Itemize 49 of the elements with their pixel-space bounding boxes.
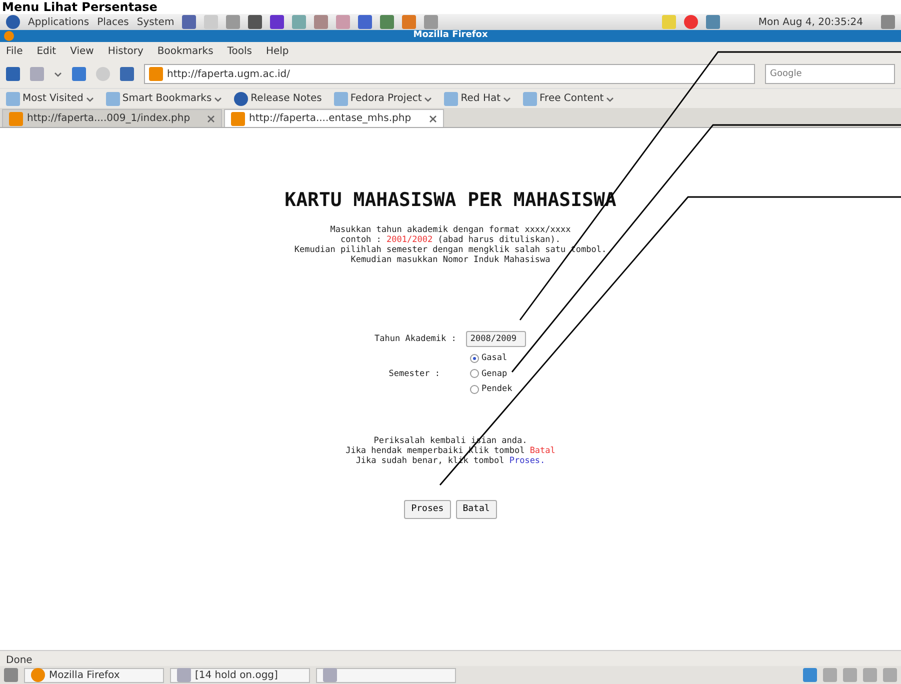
browser-tab[interactable]: http://faperta....009_1/index.php (2, 109, 222, 127)
form-button[interactable]: Batal (456, 500, 497, 519)
panel-menu[interactable]: System (136, 14, 174, 30)
caret-icon[interactable] (86, 94, 94, 102)
bookmark-item[interactable]: Smart Bookmarks (106, 91, 222, 106)
close-icon[interactable] (207, 114, 215, 122)
status-text: Done (0, 650, 901, 666)
menu-item[interactable]: History (108, 44, 144, 58)
radio-icon[interactable] (470, 384, 479, 394)
radio-option[interactable]: Genap (470, 368, 512, 380)
bookmark-item[interactable]: Most Visited (6, 91, 94, 106)
menu-item[interactable]: Bookmarks (157, 44, 214, 58)
panel-clock: Mon Aug 4, 20:35:24 (758, 16, 863, 30)
caret-icon[interactable] (214, 94, 222, 102)
address-field[interactable]: http://faperta.ugm.ac.id/ (144, 64, 755, 84)
menu-item[interactable]: Help (266, 44, 289, 58)
panel-menu[interactable]: Places (97, 14, 129, 30)
taskbar-button[interactable]: Mozilla Firefox (24, 668, 164, 682)
bookmark-item[interactable]: Red Hat (444, 91, 512, 106)
close-icon[interactable] (429, 114, 437, 122)
page-caption: Menu Lihat Persentase (2, 0, 158, 14)
radio-icon[interactable] (470, 369, 479, 378)
caret-icon[interactable] (503, 94, 512, 102)
search-field[interactable]: Google (765, 64, 895, 84)
menu-item[interactable]: View (70, 44, 94, 58)
window-title: Mozilla Firefox (413, 29, 488, 42)
taskbar-button[interactable]: [14 hold on.ogg] (170, 668, 310, 682)
caret-icon[interactable] (606, 94, 614, 102)
browser-tab[interactable]: http://faperta....entase_mhs.php (224, 109, 444, 127)
taskbar-button[interactable] (316, 668, 456, 682)
radio-option[interactable]: Gasal (470, 352, 512, 365)
instruction-line: contoh : 2001/2002 (abad harus dituliskan). (339, 234, 562, 244)
radio-icon[interactable] (470, 354, 479, 364)
radio-option[interactable]: Pendek (470, 382, 512, 396)
menu-item[interactable]: File (6, 44, 23, 58)
field-label: Tahun Akademik : (374, 332, 456, 346)
instruction-line: Kemudian masukkan Nomor Induk Mahasiswa (350, 254, 552, 264)
bookmark-item[interactable]: Free Content (523, 91, 614, 106)
menu-item[interactable]: Tools (227, 44, 252, 58)
menu-item[interactable]: Edit (36, 44, 56, 58)
caret-icon[interactable] (54, 70, 62, 78)
year-select[interactable]: 2008/2009 (466, 330, 526, 348)
bookmark-item[interactable]: Fedora Project (334, 91, 432, 106)
bookmark-item[interactable]: Release Notes (234, 91, 322, 106)
panel-menu[interactable]: Applications (28, 14, 90, 30)
form-button[interactable]: Proses (404, 500, 451, 519)
instruction-line: Masukkan tahun akademik dengan format xxxx/xxxx (329, 224, 572, 234)
field-label: Semester : (388, 368, 440, 380)
caret-icon[interactable] (424, 94, 432, 102)
